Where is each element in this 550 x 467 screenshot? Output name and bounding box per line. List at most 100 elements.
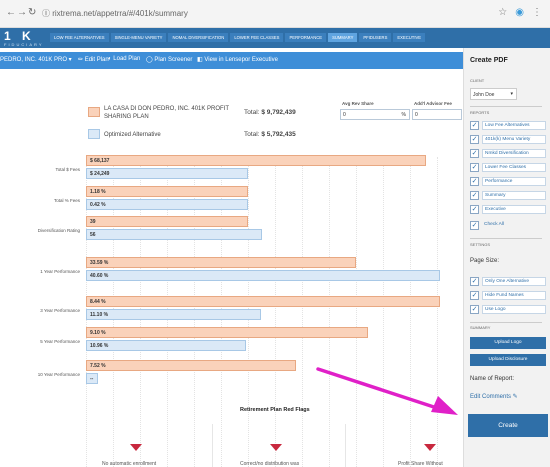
advisor-fee-input[interactable]: 0 (412, 109, 462, 120)
app-header: 1 K FIDUCIARY LOW FEE ALTERNATIVES SINGL… (0, 28, 550, 48)
setting-label: Hide Fund Names (482, 291, 546, 300)
tab-pfidusers[interactable]: PFIDUSERS (359, 33, 392, 42)
plan-bar: 1.18 % (86, 186, 248, 197)
checkbox[interactable]: ✓ (470, 149, 479, 158)
forward-icon[interactable]: → (17, 7, 27, 18)
report-check-diversification[interactable]: ✓ Nmkd Diversification (470, 149, 546, 160)
view-executive-button[interactable]: ◧ View in Lensepor Executive (197, 56, 278, 63)
browser-toolbar: ← → ↻ Ⓘ rixtrema.net/appetrra/#/401k/sum… (0, 0, 550, 28)
browser-icons: ☆ ◉ ⋮ (498, 7, 542, 18)
back-icon[interactable]: ← (6, 7, 16, 18)
row-label: 10 Year Performance (37, 372, 80, 377)
report-check-label: Summary (482, 191, 546, 200)
tab-summary[interactable]: SUMMARY (328, 33, 358, 42)
report-check-performance[interactable]: ✓ Performance (470, 177, 546, 188)
summary-main: LA CASA DI DON PEDRO, INC. 401K PROFIT S… (0, 69, 463, 467)
app-logo[interactable]: 1 K (4, 29, 35, 43)
alternative-legend-label: Optimized Alternative (104, 132, 161, 138)
setting-label: Only One Alternative (482, 277, 546, 286)
tab-performance[interactable]: PERFORMANCE (285, 33, 327, 42)
plan-screener-button[interactable]: ◯ Plan Screener (146, 56, 192, 63)
red-flag-arrow-icon (130, 444, 142, 451)
checkbox[interactable]: ✓ (470, 163, 479, 172)
client-value: John Doe (473, 92, 495, 98)
red-flags-title: Retirement Plan Red Flags (240, 407, 310, 413)
main-tabs: LOW FEE ALTERNATIVES SINGLE-MENU VARIETY… (50, 33, 426, 42)
advisor-fee-value: 0 (415, 112, 418, 118)
red-flag-arrow-icon (270, 444, 282, 451)
checkbox[interactable]: ✓ (470, 177, 479, 186)
extension-icon[interactable]: ◉ (515, 7, 524, 18)
divider (470, 322, 542, 323)
setting-label: Use Logo (482, 305, 546, 314)
row-label: 3 Year Performance (40, 308, 80, 313)
alternative-bar: $ 24,249 (86, 168, 248, 179)
bookmark-star-icon[interactable]: ☆ (498, 7, 507, 18)
row-label: Total $ Fees (55, 167, 80, 172)
report-check-label: Lower Fee Classes (482, 163, 546, 172)
plan-bar: $ 68,137 (86, 155, 426, 166)
address-bar[interactable]: Ⓘ rixtrema.net/appetrra/#/401k/summary (42, 8, 188, 19)
caret-down-icon: ▾ (510, 91, 513, 97)
tab-executive[interactable]: EXECUTIVE (393, 33, 426, 42)
checkbox[interactable]: ✓ (470, 191, 479, 200)
report-check-low-fee[interactable]: ✓ Low Fee Alternatives (470, 121, 546, 132)
summary-label: SUMMARY (470, 325, 491, 330)
row-label: 5 Year Performance (40, 339, 80, 344)
plan-bar: 7.52 % (86, 360, 296, 371)
create-button[interactable]: Create (468, 414, 548, 437)
edit-comments-link[interactable]: Edit Comments ✎ (470, 393, 518, 400)
tab-diversification[interactable]: NOMAL DIVERSIFICATION (168, 33, 229, 42)
alternative-bar: 40.60 % (86, 270, 440, 281)
plan-selector[interactable]: PEDRO, INC. 401K PRO ▾ (0, 56, 72, 63)
load-plan-button[interactable]: ◐ Load Plan (108, 56, 140, 62)
checkbox[interactable]: ✓ (470, 277, 479, 286)
alternative-total: Total: $ 5,792,435 (244, 131, 296, 138)
setting-use-logo[interactable]: ✓ Use Logo (470, 305, 546, 316)
row-label: Diversification Rating (37, 228, 80, 233)
alternative-total-value: $ 5,792,435 (261, 131, 296, 138)
reports-label: REPORTS (470, 110, 490, 115)
client-select[interactable]: John Doe ▾ (470, 88, 517, 100)
report-check-lower-fee[interactable]: ✓ Lower Fee Classes (470, 163, 546, 174)
client-label: CLIENT (470, 78, 485, 83)
tab-low-fee-alternatives[interactable]: LOW FEE ALTERNATIVES (50, 33, 109, 42)
checkbox[interactable]: ✓ (470, 221, 479, 230)
avg-rev-share-input[interactable]: 0 % (340, 109, 410, 120)
flag-divider (345, 424, 346, 467)
settings-label: SETTINGS (470, 242, 491, 247)
page-size-label: Page Size: (470, 258, 500, 264)
red-flag-item: Correct/no distribution was (240, 461, 300, 467)
upload-disclosure-button[interactable]: Upload Disclosure (470, 354, 546, 366)
browser-menu-icon[interactable]: ⋮ (532, 7, 542, 18)
plan-bar: 39 (86, 216, 248, 227)
gridline (329, 157, 330, 467)
report-check-summary[interactable]: ✓ Summary (470, 191, 546, 202)
checkbox[interactable]: ✓ (470, 305, 479, 314)
checkbox[interactable]: ✓ (470, 291, 479, 300)
plan-bar: 33.59 % (86, 257, 356, 268)
red-flag-arrow-icon (424, 444, 436, 451)
report-check-label: Low Fee Alternatives (482, 121, 546, 130)
checkbox[interactable]: ✓ (470, 135, 479, 144)
checkbox[interactable]: ✓ (470, 205, 479, 214)
upload-logo-button[interactable]: Upload Logo (470, 337, 546, 349)
setting-only-one-alternative[interactable]: ✓ Only One Alternative (470, 277, 546, 288)
percent-unit: % (401, 112, 406, 118)
report-check-menu-variety[interactable]: ✓ 401k(k) Menu Variety (470, 135, 546, 146)
gridline (437, 157, 438, 467)
check-all-toggle[interactable]: ✓ Check All (470, 221, 546, 232)
setting-hide-fund-names[interactable]: ✓ Hide Fund Names (470, 291, 546, 302)
reload-icon[interactable]: ↻ (28, 7, 36, 18)
row-label: 1 Year Performance (40, 269, 80, 274)
edit-plan-button[interactable]: ✏ Edit Plan (78, 56, 109, 63)
plan-total-value: $ 9,792,439 (261, 109, 296, 116)
report-check-executive[interactable]: ✓ Executive (470, 205, 546, 216)
tab-menu-variety[interactable]: SINGLE-MENU VARIETY (110, 33, 167, 42)
report-check-label: Performance (482, 177, 546, 186)
plan-total: Total: $ 9,792,439 (244, 109, 296, 116)
tab-lower-fee-classes[interactable]: LOWER FEE CLASSES (230, 33, 284, 42)
plan-legend-swatch (88, 107, 100, 117)
checkbox[interactable]: ✓ (470, 121, 479, 130)
alternative-bar: 10.96 % (86, 340, 246, 351)
